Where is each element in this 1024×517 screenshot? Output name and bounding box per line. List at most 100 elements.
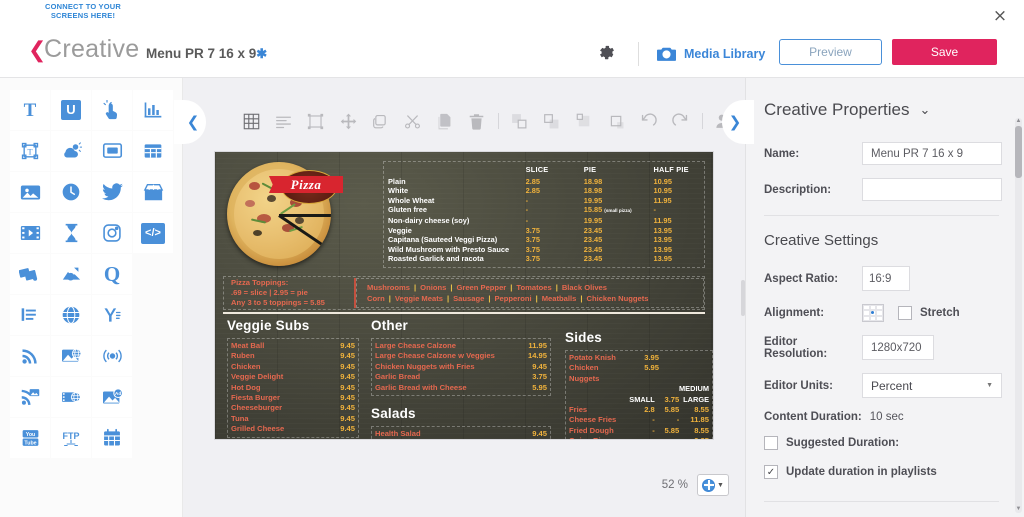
gear-icon[interactable] [598,44,618,64]
item-name: Garlic Bread with Cheese [375,382,467,392]
palette-item-rss-widget[interactable] [10,336,50,376]
palette-item-calendar-widget[interactable] [92,418,132,458]
editor-units-select[interactable]: Percent ▼ [862,373,1002,398]
palette-item-hourglass-widget[interactable] [51,213,91,253]
palette-item-yammer-widget[interactable] [92,295,132,335]
media-library-label: Media Library [684,47,766,61]
price-medium: 5.85 [664,405,680,415]
palette-item-web-widget[interactable] [51,295,91,335]
ad-icon: Ad [102,387,123,404]
select-tool-icon[interactable] [305,109,326,133]
send-back-icon[interactable] [541,109,562,133]
properties-panel-title: Creative Properties ⌄ [764,100,1002,120]
topping-sep: | [555,283,558,292]
palette-item-image-widget[interactable] [10,172,50,212]
close-icon[interactable]: × [990,6,1010,26]
row-pie: 18.98 [583,176,603,186]
row-slice: 3.75 [525,254,540,264]
palette-item-text-widget[interactable]: T [10,90,50,130]
palette-item-events-widget[interactable] [133,172,173,212]
preview-button[interactable]: Preview [779,39,882,65]
row-slice: 2.85 [525,176,540,186]
palette-item-ad-widget[interactable]: Ad [92,377,132,417]
redo-icon[interactable] [670,109,691,133]
table-row: White 2.85 18.98 10.95 [388,186,700,196]
table-row: Plain 2.85 18.98 10.95 [388,177,700,187]
palette-item-video-widget[interactable] [10,213,50,253]
chevron-down-icon[interactable]: ⌄ [920,103,931,118]
suggested-duration-checkbox[interactable] [764,436,778,450]
palette-item-touch-widget[interactable] [92,90,132,130]
connect-to-screens-badge: CONNECT TO YOUR SCREENS HERE! [28,2,138,20]
layers-tool-icon[interactable] [370,109,391,133]
palette-item-weather-widget[interactable] [51,131,91,171]
item-name: Fried Dough [569,425,614,435]
properties-divider-2 [764,501,999,502]
undo-icon[interactable] [638,109,659,133]
creative-canvas[interactable]: Pizza SLICE PIE HALF PIE Plain 2.85 18.98 1… [215,152,713,439]
price-col-pie: PIE [583,165,597,174]
properties-scrollbar[interactable]: ▲ ▼ [1015,118,1022,513]
scrollbar-thumb[interactable] [1015,126,1022,178]
content-duration-label: Content Duration: [764,411,862,423]
connect-line-1: CONNECT TO YOUR [44,2,122,11]
suggested-duration-label: Suggested Duration: [786,437,900,449]
palette-item-gallery-widget[interactable] [51,254,91,294]
item-name: Ruben [231,351,255,361]
palette-item-table-widget[interactable] [133,131,173,171]
send-backward-icon[interactable] [606,109,627,133]
update-duration-checkbox[interactable]: ✓ [764,465,778,479]
media-library-button[interactable]: Media Library [657,44,765,64]
twitter-icon [101,183,123,201]
zoom-select-button[interactable]: ▼ [697,474,729,496]
scroll-down-icon[interactable]: ▼ [1015,506,1022,513]
move-tool-icon[interactable] [337,109,358,133]
description-input[interactable] [862,178,1002,201]
row-half: 10.95 [653,186,673,196]
palette-item-qr-widget[interactable]: Q [92,254,132,294]
palette-item-web-video-widget[interactable] [51,377,91,417]
palette-item-twitter-widget[interactable] [92,172,132,212]
grid-tool-icon[interactable] [241,109,262,133]
palette-item-instagram-widget[interactable] [92,213,132,253]
text-icon: T [23,99,37,121]
veggie-subs-section: Veggie Subs Meat Ball 9.45 Ruben 9.45 Chic… [227,318,359,438]
stretch-checkbox[interactable] [898,306,912,320]
topping-sep: | [488,294,491,303]
pizza-logo-ribbon: Pizza [269,176,343,193]
bring-front-icon[interactable] [509,109,530,133]
palette-item-youtube-widget[interactable]: You Tube [10,418,50,458]
copy-icon[interactable] [434,109,455,133]
scroll-up-icon[interactable]: ▲ [1015,118,1022,125]
palette-item-playlist-widget[interactable] [10,254,50,294]
palette-item-broadcast-widget[interactable] [92,336,132,376]
palette-item-html-widget[interactable]: </> [133,213,173,253]
alignment-grid-picker[interactable] [862,304,884,322]
palette-item-rss-image-widget[interactable] [10,377,50,417]
editor-resolution-input[interactable]: 1280x720 [862,335,934,360]
palette-item-chart-widget[interactable] [133,90,173,130]
connect-line-2: SCREENS HERE! [50,11,116,20]
palette-item-ticker-widget[interactable] [10,295,50,335]
palette-item-web-image-widget[interactable] [51,336,91,376]
aspect-ratio-input[interactable]: 16:9 [862,266,910,291]
palette-item-screen-widget[interactable] [92,131,132,171]
trash-icon[interactable] [466,109,487,133]
fit-screen-icon [702,478,716,492]
item-price: 9.45 [340,372,355,382]
palette-item-ftp-widget[interactable]: FTP [51,418,91,458]
name-field-row: Name: Menu PR 7 16 x 9 [764,142,1002,165]
align-tool-icon[interactable] [273,109,294,133]
palette-item-u-widget[interactable]: U [51,90,91,130]
palette-item-clock-widget[interactable] [51,172,91,212]
price-large: 11.85 [690,415,709,425]
save-button[interactable]: Save [892,39,997,65]
row-pie: 19.95 [583,195,603,205]
row-slice: - [525,215,529,225]
bring-forward-icon[interactable] [573,109,594,133]
scissors-icon[interactable] [402,109,423,133]
clock-icon [62,183,80,201]
name-input[interactable]: Menu PR 7 16 x 9 [862,142,1002,165]
weather-icon [63,142,82,158]
palette-item-rich-text-widget[interactable]: T [10,131,50,171]
